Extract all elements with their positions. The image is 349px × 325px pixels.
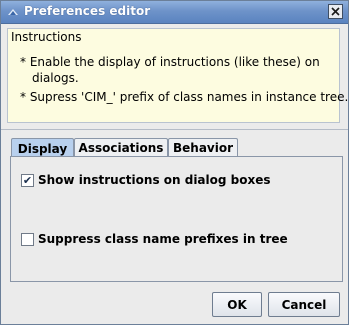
instruction-line: dialogs.	[32, 71, 79, 85]
close-icon	[331, 5, 340, 19]
tab-display[interactable]: Display	[11, 138, 74, 158]
instruction-line: * Enable the display of instructions (li…	[20, 55, 320, 69]
divider	[1, 129, 348, 130]
tab-associations[interactable]: Associations	[74, 138, 168, 157]
show-instructions-label: Show instructions on dialog boxes	[38, 173, 271, 187]
ok-button[interactable]: OK	[212, 292, 262, 317]
tab-behavior[interactable]: Behavior	[168, 138, 238, 157]
cancel-button[interactable]: Cancel	[268, 292, 340, 317]
instructions-panel: Instructions * Enable the display of ins…	[7, 28, 348, 123]
suppress-prefix-label: Suppress class name prefixes in tree	[38, 232, 288, 246]
close-button[interactable]	[328, 4, 343, 19]
show-instructions-option[interactable]: ✔ Show instructions on dialog boxes	[21, 173, 271, 187]
suppress-prefix-option[interactable]: Suppress class name prefixes in tree	[21, 232, 288, 246]
preferences-dialog: Preferences editor Instructions * Enable…	[0, 0, 349, 325]
title-bar[interactable]: Preferences editor	[1, 1, 348, 24]
instructions-heading: Instructions	[11, 30, 82, 44]
suppress-prefix-checkbox[interactable]	[21, 232, 34, 246]
java-icon	[7, 6, 19, 18]
window-title: Preferences editor	[24, 4, 151, 18]
display-tab-panel: ✔ Show instructions on dialog boxes Supp…	[10, 156, 343, 282]
instruction-line: * Supress 'CIM_' prefix of class names i…	[20, 90, 349, 104]
show-instructions-checkbox[interactable]: ✔	[21, 173, 34, 187]
